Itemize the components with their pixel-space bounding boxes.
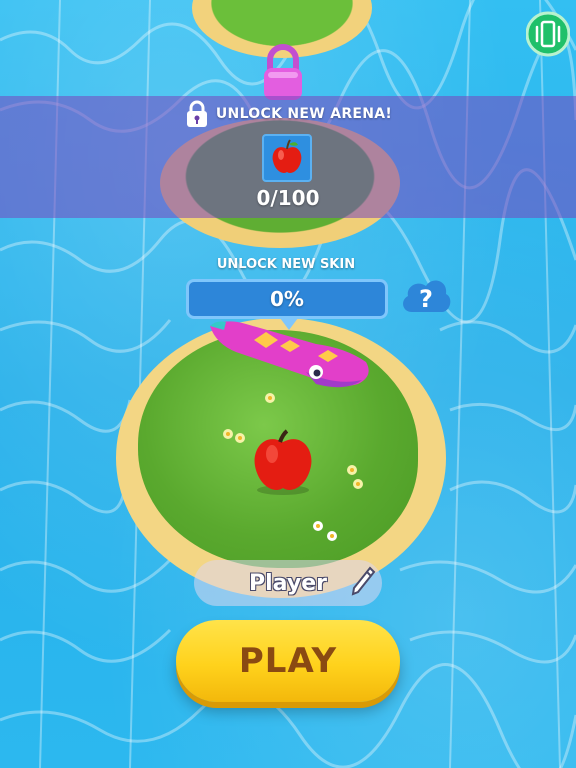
connector-lock-icon — [264, 44, 302, 100]
apple-pickup — [254, 429, 312, 495]
play-label: PLAY — [238, 641, 338, 681]
question-mark-icon: ? — [403, 280, 451, 313]
flower-decoration — [327, 531, 337, 541]
lock-icon — [186, 100, 207, 127]
apple-icon — [272, 139, 302, 173]
player-name: Player — [249, 570, 327, 596]
vibration-toggle-button[interactable] — [526, 10, 570, 60]
flower-decoration — [223, 429, 233, 439]
skin-title: UNLOCK NEW SKIN — [216, 257, 356, 272]
pencil-icon[interactable] — [350, 566, 376, 596]
flower-decoration — [347, 465, 357, 475]
play-button[interactable]: PLAY — [176, 620, 400, 702]
flower-decoration — [235, 433, 245, 443]
flower-decoration — [265, 393, 275, 403]
skin-progress-percent: 0% — [270, 287, 304, 311]
arena-requirement-tile — [262, 134, 312, 182]
arena-title: UNLOCK NEW ARENA! — [215, 106, 393, 122]
arena-title-row: UNLOCK NEW ARENA! — [0, 96, 576, 132]
flower-decoration — [313, 521, 323, 531]
snake-character — [210, 321, 369, 388]
svg-text:?: ? — [419, 285, 433, 313]
arena-progress-count: 0/100 — [256, 186, 320, 210]
help-button[interactable]: ? — [398, 272, 454, 322]
flower-decoration — [353, 479, 363, 489]
skin-progress-bar: 0% — [186, 279, 388, 319]
